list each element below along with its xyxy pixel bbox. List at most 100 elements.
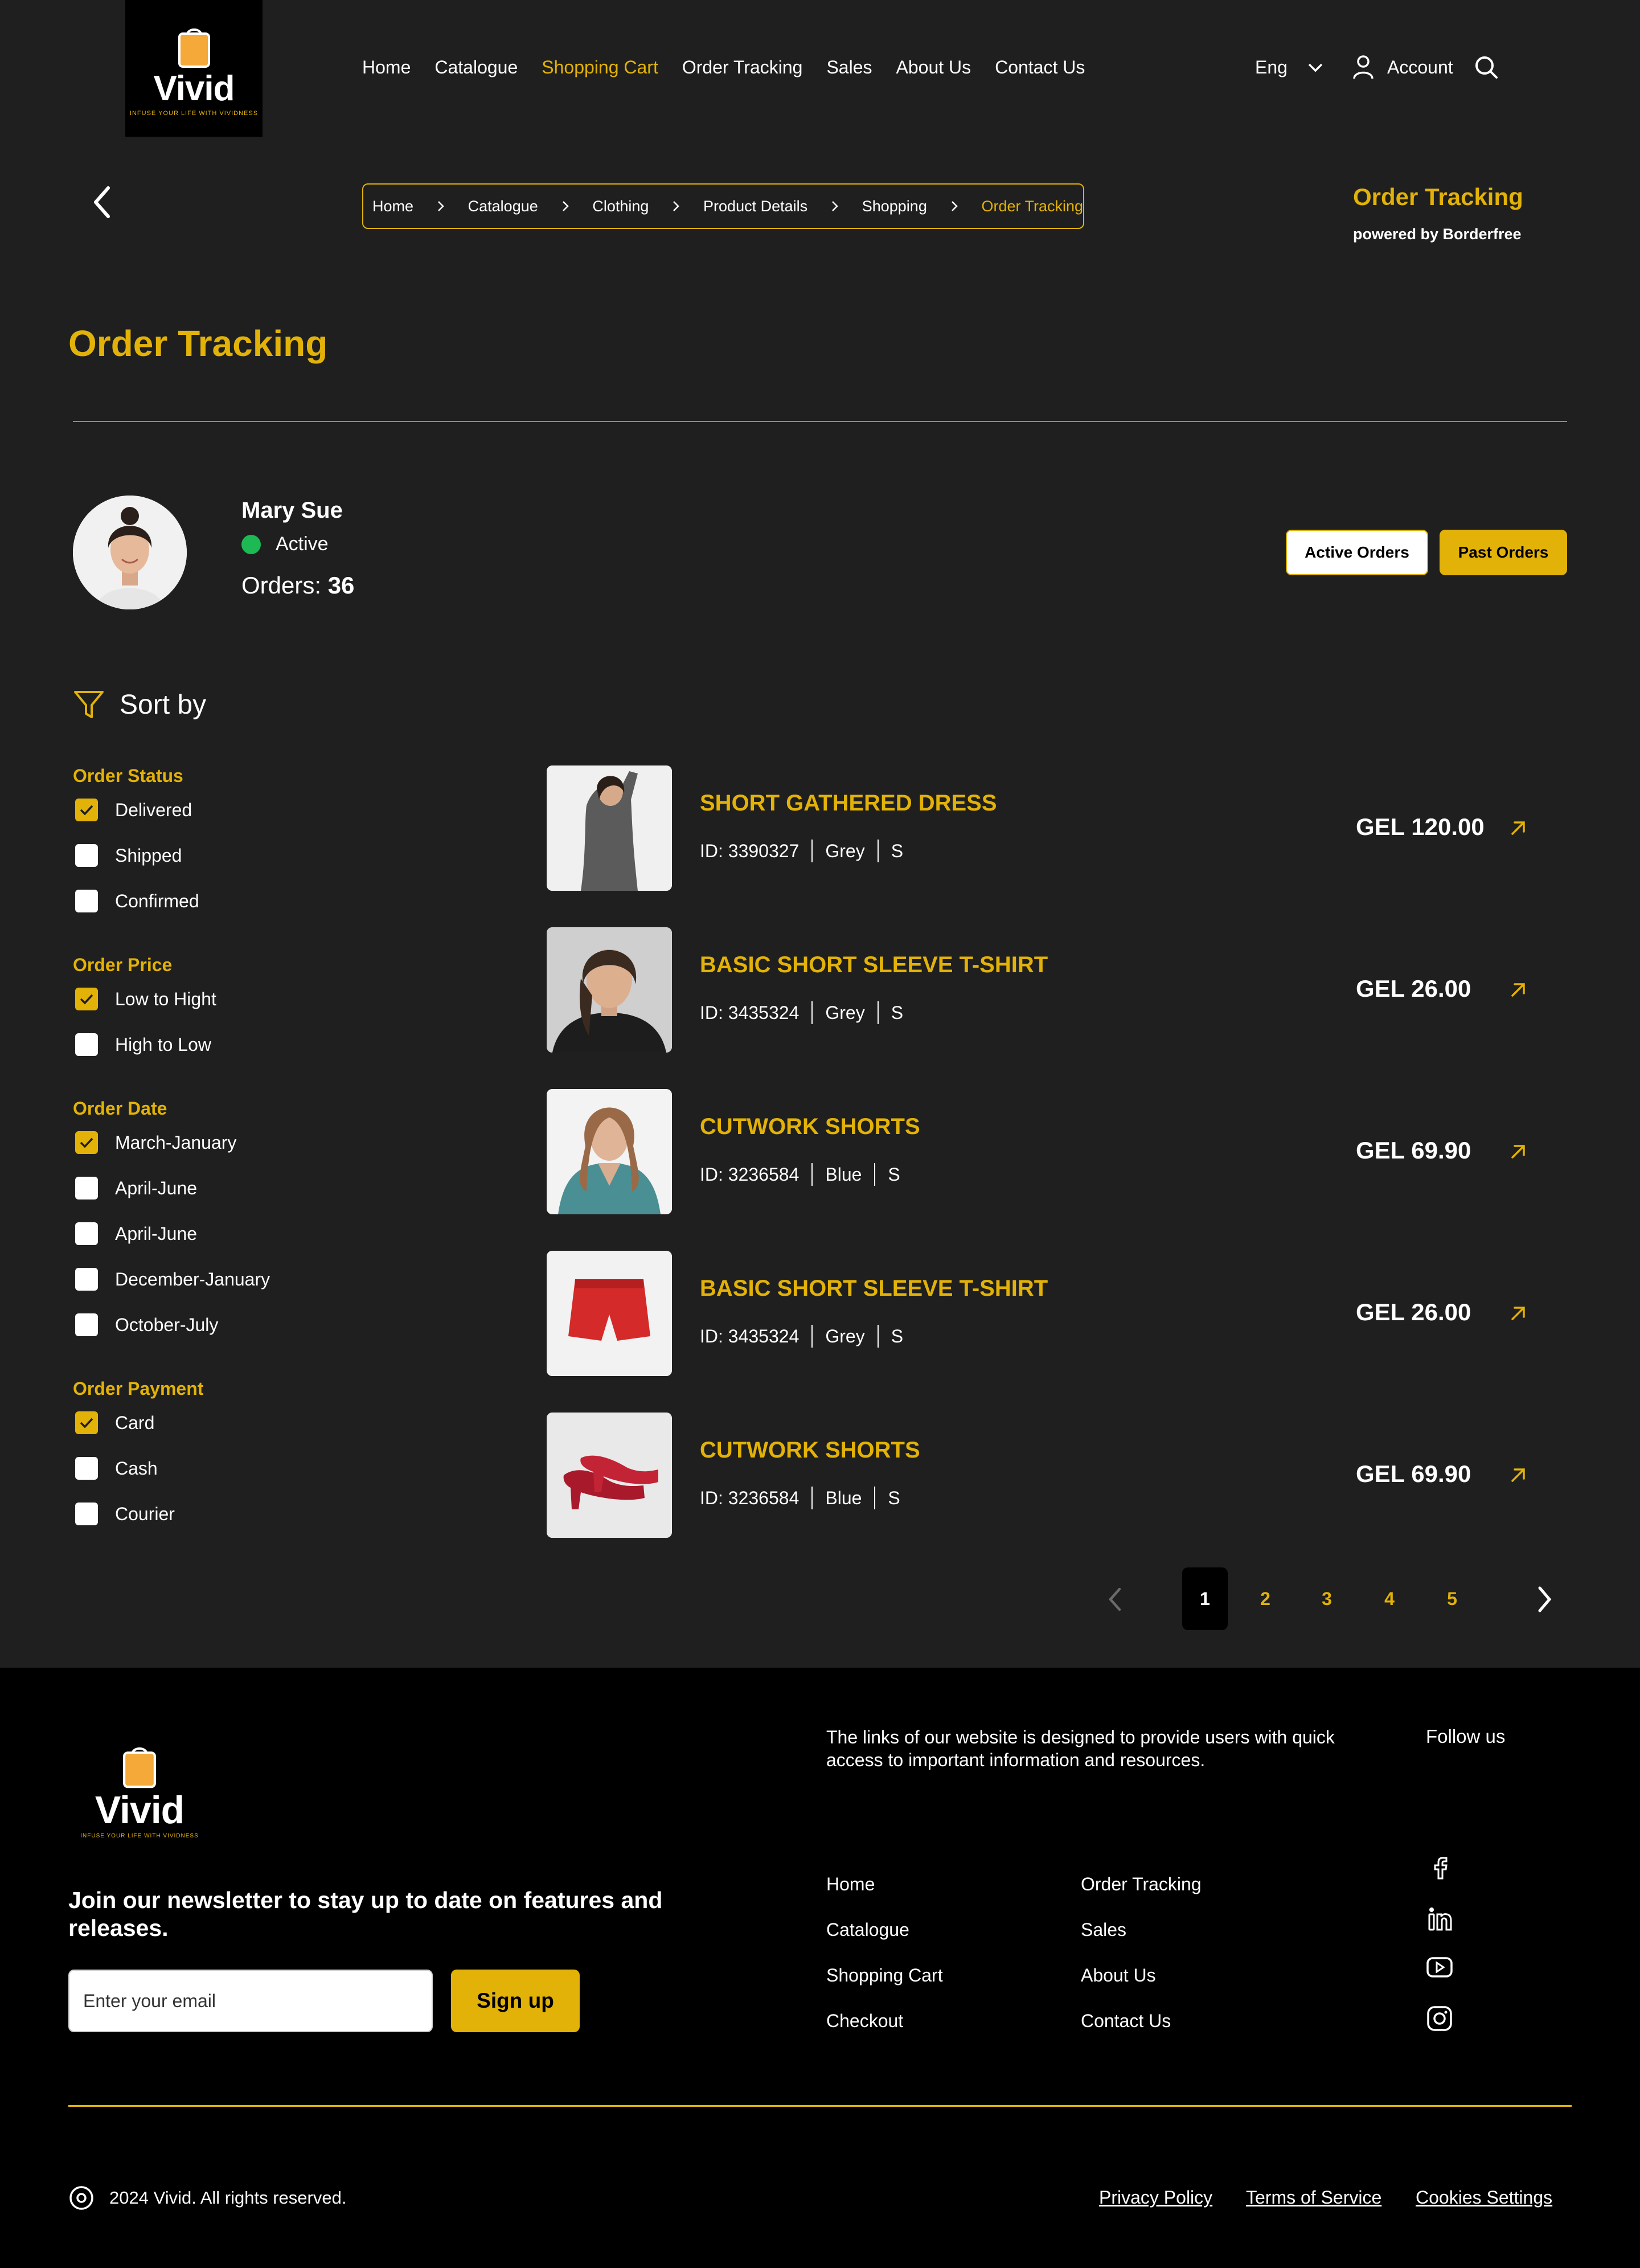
- instagram-icon[interactable]: [1426, 2005, 1453, 2032]
- checkbox-checked[interactable]: [75, 799, 98, 821]
- breadcrumb-product-details[interactable]: Product Details: [703, 198, 807, 215]
- user-icon[interactable]: [1352, 55, 1375, 80]
- nav-contact-us[interactable]: Contact Us: [995, 57, 1085, 78]
- order-id: ID: 3236584: [700, 1164, 800, 1185]
- filter-group-title: Order Date: [73, 1098, 167, 1119]
- filter-option[interactable]: High to Low: [75, 1033, 211, 1056]
- checkbox[interactable]: [75, 1177, 98, 1199]
- filter-option[interactable]: Low to Hight: [75, 988, 216, 1010]
- filter-option[interactable]: October-July: [75, 1313, 218, 1336]
- chevron-left-icon[interactable]: [1107, 1587, 1122, 1612]
- checkbox[interactable]: [75, 844, 98, 867]
- arrow-up-right-icon[interactable]: [1507, 1464, 1530, 1487]
- active-orders-button[interactable]: Active Orders: [1286, 530, 1428, 575]
- filter-option[interactable]: April-June: [75, 1222, 197, 1245]
- chevron-right-icon[interactable]: [1536, 1586, 1552, 1613]
- page-2[interactable]: 2: [1243, 1567, 1288, 1630]
- logo[interactable]: Vivid INFUSE YOUR LIFE WITH VIVIDNESS: [125, 0, 263, 137]
- nav-sales[interactable]: Sales: [826, 57, 872, 78]
- arrow-up-right-icon[interactable]: [1507, 979, 1530, 1001]
- footer-link-home[interactable]: Home: [826, 1874, 875, 1895]
- separator: [811, 1487, 813, 1509]
- breadcrumb-order-tracking[interactable]: Order Tracking: [981, 198, 1083, 215]
- language-selector[interactable]: Eng: [1255, 57, 1324, 78]
- checkbox[interactable]: [75, 1222, 98, 1245]
- page-1[interactable]: 1: [1182, 1567, 1228, 1630]
- filter-option[interactable]: December-January: [75, 1268, 270, 1291]
- product-image[interactable]: [547, 1251, 672, 1376]
- account-link[interactable]: Account: [1387, 57, 1453, 78]
- arrow-up-right-icon[interactable]: [1507, 1140, 1530, 1163]
- sort-by[interactable]: Sort by: [73, 689, 206, 720]
- breadcrumb-shopping[interactable]: Shopping: [862, 198, 927, 215]
- product-name[interactable]: CUTWORK SHORTS: [700, 1114, 920, 1140]
- filter-option[interactable]: Courier: [75, 1503, 175, 1525]
- separator: [877, 1001, 879, 1024]
- filter-option[interactable]: Shipped: [75, 844, 182, 867]
- checkbox-checked[interactable]: [75, 1131, 98, 1154]
- chevron-right-icon: [823, 200, 846, 212]
- filter-option[interactable]: Delivered: [75, 799, 192, 821]
- nav-catalogue[interactable]: Catalogue: [434, 57, 518, 78]
- nav-about-us[interactable]: About Us: [896, 57, 971, 78]
- separator: [874, 1487, 876, 1509]
- product-name[interactable]: BASIC SHORT SLEEVE T-SHIRT: [700, 952, 1048, 978]
- checkbox[interactable]: [75, 1457, 98, 1480]
- footer-link-sales[interactable]: Sales: [1081, 1919, 1126, 1941]
- product-name[interactable]: BASIC SHORT SLEEVE T-SHIRT: [700, 1276, 1048, 1301]
- breadcrumb-clothing[interactable]: Clothing: [592, 198, 649, 215]
- footer-logo[interactable]: Vivid INFUSE YOUR LIFE WITH VIVIDNESS: [74, 1743, 205, 1845]
- checkbox[interactable]: [75, 1313, 98, 1336]
- checkbox[interactable]: [75, 1268, 98, 1291]
- filter-option[interactable]: Cash: [75, 1457, 158, 1480]
- page-5[interactable]: 5: [1429, 1567, 1475, 1630]
- checkbox-checked[interactable]: [75, 1411, 98, 1434]
- facebook-icon[interactable]: [1428, 1856, 1453, 1881]
- footer-link-shopping-cart[interactable]: Shopping Cart: [826, 1965, 943, 1986]
- footer-link-about-us[interactable]: About Us: [1081, 1965, 1156, 1986]
- linkedin-icon[interactable]: [1427, 1906, 1453, 1932]
- signup-button[interactable]: Sign up: [451, 1970, 580, 2032]
- product-name[interactable]: CUTWORK SHORTS: [700, 1438, 920, 1463]
- filter-option[interactable]: April-June: [75, 1177, 197, 1199]
- nav-home[interactable]: Home: [362, 57, 411, 78]
- arrow-up-right-icon[interactable]: [1507, 817, 1530, 840]
- checkbox-checked[interactable]: [75, 988, 98, 1010]
- terms-of-service-link[interactable]: Terms of Service: [1246, 2187, 1381, 2208]
- privacy-policy-link[interactable]: Privacy Policy: [1099, 2187, 1212, 2208]
- product-color: Blue: [825, 1164, 862, 1185]
- nav-order-tracking[interactable]: Order Tracking: [682, 57, 803, 78]
- arrow-up-right-icon[interactable]: [1507, 1302, 1530, 1325]
- past-orders-button[interactable]: Past Orders: [1440, 530, 1567, 575]
- product-image[interactable]: [547, 1089, 672, 1214]
- checkbox[interactable]: [75, 890, 98, 912]
- product-image[interactable]: [547, 1413, 672, 1538]
- breadcrumb: Home Catalogue Clothing Product Details …: [362, 183, 1084, 229]
- breadcrumb-catalogue[interactable]: Catalogue: [468, 198, 538, 215]
- back-arrow-icon[interactable]: [85, 182, 120, 222]
- product-image[interactable]: [547, 765, 672, 891]
- sort-label: Sort by: [120, 690, 207, 720]
- page-3[interactable]: 3: [1304, 1567, 1350, 1630]
- copyright-icon: [69, 2186, 93, 2210]
- filter-option[interactable]: March-January: [75, 1131, 236, 1154]
- youtube-icon[interactable]: [1426, 1956, 1453, 1979]
- footer-link-contact-us[interactable]: Contact Us: [1081, 2011, 1171, 2032]
- breadcrumb-home[interactable]: Home: [372, 198, 413, 215]
- footer-link-checkout[interactable]: Checkout: [826, 2011, 903, 2032]
- product-name[interactable]: SHORT GATHERED DRESS: [700, 791, 997, 816]
- cookies-settings-link[interactable]: Cookies Settings: [1416, 2187, 1552, 2208]
- checkbox[interactable]: [75, 1033, 98, 1056]
- user-status: Active: [276, 533, 329, 555]
- email-input[interactable]: Enter your email: [68, 1970, 433, 2032]
- filter-option[interactable]: Card: [75, 1411, 154, 1434]
- product-image[interactable]: [547, 927, 672, 1053]
- footer-link-order-tracking[interactable]: Order Tracking: [1081, 1874, 1202, 1895]
- checkbox[interactable]: [75, 1503, 98, 1525]
- nav-shopping-cart[interactable]: Shopping Cart: [542, 57, 658, 78]
- footer-link-catalogue[interactable]: Catalogue: [826, 1919, 909, 1941]
- page-4[interactable]: 4: [1367, 1567, 1412, 1630]
- product-meta: ID: 3390327 Grey S: [700, 840, 903, 862]
- filter-option[interactable]: Confirmed: [75, 890, 199, 912]
- search-icon[interactable]: [1474, 55, 1499, 80]
